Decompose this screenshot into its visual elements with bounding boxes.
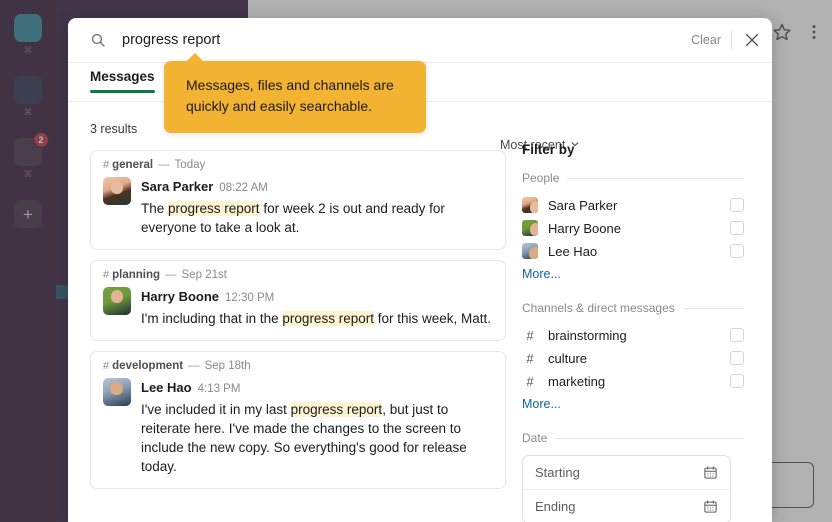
people-filter-item[interactable]: Sara Parker — [522, 194, 744, 216]
avatar[interactable] — [103, 177, 131, 205]
filter-section-channels: Channels & direct messages — [522, 301, 744, 315]
result-text: I've included it in my last progress rep… — [141, 400, 491, 477]
search-highlight: progress report — [282, 311, 374, 326]
people-filter-item[interactable]: Harry Boone — [522, 217, 744, 239]
search-highlight: progress report — [291, 402, 383, 417]
search-result-card[interactable]: #planning — Sep 21st Harry Boone 12:30 PM I'm… — [90, 260, 506, 341]
section-divider — [683, 308, 744, 309]
people-filter-checkbox[interactable] — [730, 244, 744, 258]
result-author[interactable]: Lee Hao — [141, 380, 192, 395]
filter-panel-title: Filter by — [522, 142, 744, 157]
result-message-meta: Lee Hao 4:13 PM — [141, 378, 491, 399]
result-date: Sep 18th — [205, 360, 251, 372]
search-bar: Clear — [68, 18, 772, 63]
avatar[interactable] — [103, 378, 131, 406]
channels-header-label: Channels & direct messages — [522, 301, 675, 315]
people-filter-label: Harry Boone — [548, 221, 621, 236]
channel-filter-item[interactable]: # marketing — [522, 370, 744, 392]
result-message: Sara Parker 08:22 AM The progress report f… — [103, 177, 491, 237]
result-author[interactable]: Sara Parker — [141, 179, 213, 194]
section-divider — [555, 438, 744, 439]
date-ending-label: Ending — [535, 499, 575, 514]
people-more-link[interactable]: More... — [522, 267, 561, 281]
calendar-icon — [703, 465, 718, 480]
date-ending-field[interactable]: Ending — [523, 489, 730, 522]
hash-icon: # — [103, 360, 109, 372]
channel-filter-item[interactable]: # culture — [522, 347, 744, 369]
avatar — [522, 220, 538, 236]
channel-filter-label: brainstorming — [548, 328, 627, 343]
channel-filter-label: culture — [548, 351, 587, 366]
hash-icon: # — [103, 269, 109, 281]
result-author[interactable]: Harry Boone — [141, 289, 219, 304]
channels-more-link[interactable]: More... — [522, 397, 561, 411]
result-separator: — — [188, 360, 200, 372]
filter-section-date: Date — [522, 431, 744, 445]
date-header-label: Date — [522, 431, 547, 445]
date-range-box: Starting — [522, 455, 731, 522]
hash-icon: # — [522, 328, 538, 343]
search-input[interactable] — [122, 32, 681, 48]
result-separator: — — [158, 159, 170, 171]
channels-filter-list: # brainstorming # culture # marketing — [522, 324, 744, 392]
tooltip-arrow — [186, 53, 204, 62]
channel-filter-label: marketing — [548, 374, 605, 389]
result-channel-line: #development — Sep 18th — [103, 360, 491, 372]
result-message-meta: Harry Boone 12:30 PM — [141, 287, 491, 308]
search-result-card[interactable]: #development — Sep 18th Lee Hao 4:13 PM I've … — [90, 351, 506, 489]
result-time: 4:13 PM — [198, 383, 241, 395]
close-search-button[interactable] — [732, 18, 772, 62]
result-channel-line: #general — Today — [103, 159, 491, 171]
search-icon — [90, 32, 106, 48]
result-date: Sep 21st — [182, 269, 227, 281]
avatar[interactable] — [103, 287, 131, 315]
hash-icon: # — [522, 374, 538, 389]
results-count: 3 results — [90, 122, 137, 136]
clear-search-button[interactable]: Clear — [681, 33, 731, 47]
tooltip-text: Messages, files and channels are quickly… — [186, 75, 410, 117]
people-filter-label: Sara Parker — [548, 198, 617, 213]
result-message: Harry Boone 12:30 PM I'm including that in… — [103, 287, 491, 328]
result-text: I'm including that in the progress repor… — [141, 309, 491, 328]
people-filter-label: Lee Hao — [548, 244, 597, 259]
result-message: Lee Hao 4:13 PM I've included it in my las… — [103, 378, 491, 476]
result-channel-name[interactable]: planning — [112, 269, 160, 281]
result-text: The progress report for week 2 is out an… — [141, 199, 491, 237]
section-divider — [567, 178, 744, 179]
filter-section-people: People — [522, 171, 744, 185]
tab-messages[interactable]: Messages — [90, 63, 155, 84]
result-time: 12:30 PM — [225, 292, 274, 304]
channel-filter-checkbox[interactable] — [730, 374, 744, 388]
search-results-list: #general—TodaySara Parker08:22 AMThe pro… — [68, 142, 508, 502]
avatar — [522, 197, 538, 213]
channel-filter-item[interactable]: # brainstorming — [522, 324, 744, 346]
people-filter-checkbox[interactable] — [730, 198, 744, 212]
date-starting-field[interactable]: Starting — [523, 456, 730, 489]
hash-icon: # — [522, 351, 538, 366]
channel-filter-checkbox[interactable] — [730, 328, 744, 342]
channel-filter-checkbox[interactable] — [730, 351, 744, 365]
result-channel-name[interactable]: development — [112, 360, 183, 372]
result-time: 08:22 AM — [219, 182, 268, 194]
result-channel-name[interactable]: general — [112, 159, 153, 171]
people-filter-checkbox[interactable] — [730, 221, 744, 235]
people-filter-item[interactable]: Lee Hao — [522, 240, 744, 262]
close-icon — [744, 32, 760, 48]
result-separator: — — [165, 269, 177, 281]
search-highlight: progress report — [168, 201, 260, 216]
result-channel-line: #planning — Sep 21st — [103, 269, 491, 281]
date-starting-label: Starting — [535, 465, 580, 480]
hash-icon: # — [103, 159, 109, 171]
avatar — [522, 243, 538, 259]
filter-panel: Filter by People Sara Parker Harry Boone L… — [508, 142, 744, 502]
result-message-meta: Sara Parker 08:22 AM — [141, 177, 491, 198]
calendar-icon — [703, 499, 718, 514]
search-result-card[interactable]: #general — Today Sara Parker 08:22 AM The pro… — [90, 150, 506, 250]
result-date: Today — [175, 159, 206, 171]
people-filter-list: Sara Parker Harry Boone Lee Hao — [522, 194, 744, 262]
search-tooltip: Messages, files and channels are quickly… — [164, 61, 426, 133]
people-header-label: People — [522, 171, 559, 185]
